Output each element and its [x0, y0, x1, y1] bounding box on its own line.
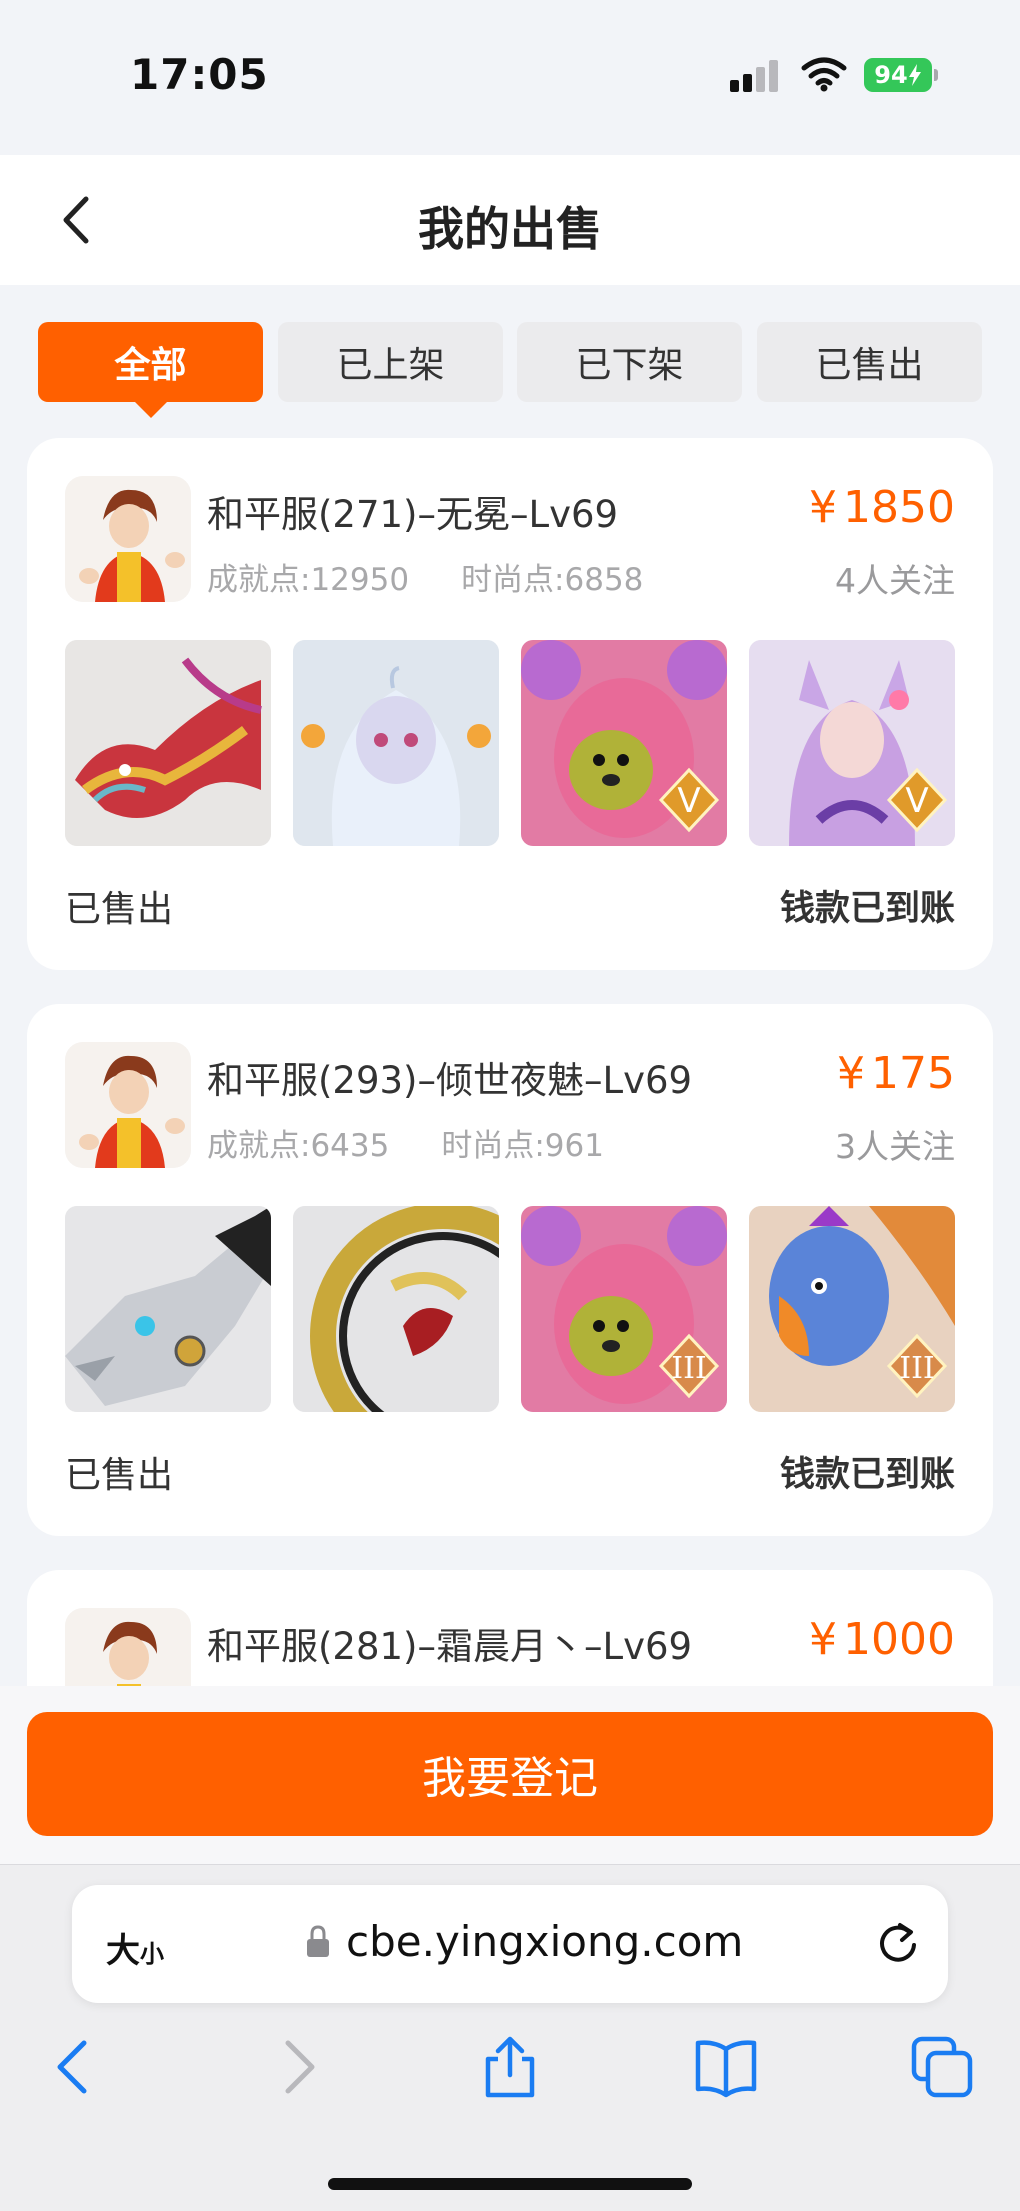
listing-list[interactable]: 和平服(271)–无冕–Lv69 成就点:12950 时尚点:6858 ¥1850… [0, 438, 1020, 1686]
listing-title: 和平服(293)–倾世夜魅–Lv69 [207, 1059, 693, 1102]
battery-level: 94 [874, 61, 908, 89]
wifi-icon [801, 57, 847, 92]
item-grade-badge: III [899, 1351, 935, 1386]
text-size-button[interactable]: 大小 [106, 1923, 164, 1972]
listing-title: 和平服(281)–霜晨月丶–Lv69 [207, 1625, 693, 1668]
character-avatar-icon [65, 476, 191, 602]
character-avatar-icon [65, 1042, 191, 1168]
status-bar: 17:05 94 [0, 0, 1020, 155]
status-time: 17:05 [130, 50, 269, 99]
listing-card[interactable]: 和平服(293)–倾世夜魅–Lv69 成就点:6435 时尚点:961 ¥175 … [27, 1004, 993, 1536]
mech-dragon-icon [65, 1206, 271, 1412]
page-title: 我的出售 [418, 202, 602, 256]
follower-count: 3人关注 [835, 1127, 955, 1166]
dragon-icon [65, 640, 271, 846]
tab-sold[interactable]: 已售出 [757, 322, 982, 402]
cellular-signal-icon [730, 58, 784, 92]
reload-icon[interactable] [874, 1919, 922, 1967]
item-grade-badge: III [671, 1351, 707, 1386]
payment-status: 钱款已到账 [779, 1455, 955, 1495]
eagle-icon: III [749, 1206, 955, 1412]
fox-fairy-icon: V [749, 640, 955, 846]
price-value: 1000 [843, 1614, 955, 1665]
lock-icon [307, 1925, 329, 1957]
listing-card[interactable]: 和平服(281)–霜晨月丶–Lv69 ¥1000 [27, 1570, 993, 1686]
fashion-points: 时尚点:6858 [461, 562, 644, 598]
item-thumbnail[interactable] [293, 1206, 499, 1412]
item-grade-badge: V [905, 781, 928, 821]
listing-card[interactable]: 和平服(271)–无冕–Lv69 成就点:12950 时尚点:6858 ¥1850… [27, 438, 993, 970]
tab-listed[interactable]: 已上架 [278, 322, 503, 402]
currency-symbol: ¥ [837, 1048, 866, 1099]
pink-bear-icon: V [521, 640, 727, 846]
item-thumbnail[interactable]: III [521, 1206, 727, 1412]
battery-tip [934, 69, 938, 81]
character-avatar [65, 1608, 191, 1686]
tab-all[interactable]: 全部 [38, 322, 263, 418]
price-value: 1850 [843, 482, 955, 533]
item-thumbnail[interactable] [65, 1206, 271, 1412]
currency-symbol: ¥ [809, 1614, 838, 1665]
nav-header: 我的出售 [0, 155, 1020, 285]
golden-ring-icon [293, 1206, 499, 1412]
sale-status: 已售出 [65, 1455, 174, 1496]
fashion-points: 时尚点:961 [441, 1128, 604, 1164]
listing-price: ¥175 [837, 1048, 955, 1099]
price-value: 175 [871, 1048, 955, 1099]
character-avatar-icon [65, 1608, 191, 1686]
home-indicator [328, 2178, 692, 2190]
item-thumbnails: V V [65, 640, 955, 846]
item-thumbnail[interactable]: V [749, 640, 955, 846]
listing-title: 和平服(271)–无冕–Lv69 [207, 493, 619, 536]
charging-bolt-icon [908, 64, 921, 86]
browser-back-icon[interactable] [44, 2035, 108, 2099]
pink-bear-icon: III [521, 1206, 727, 1412]
text-size-big: 大 [106, 1931, 140, 1971]
battery-indicator: 94 [864, 58, 932, 92]
register-button[interactable]: 我要登记 [27, 1712, 993, 1836]
bottom-action-bar: 我要登记 [0, 1686, 1020, 1864]
tab-delisted[interactable]: 已下架 [517, 322, 742, 402]
payment-status: 钱款已到账 [779, 889, 955, 929]
item-grade-badge: V [677, 781, 700, 821]
tabs-icon[interactable] [910, 2035, 974, 2099]
follower-count: 4人关注 [835, 561, 955, 600]
character-avatar [65, 476, 191, 602]
listing-stats: 成就点:6435 时尚点:961 [207, 1120, 604, 1165]
listing-stats: 成就点:12950 时尚点:6858 [207, 554, 643, 599]
address-bar[interactable]: 大小 cbe.yingxiong.com [72, 1885, 948, 2003]
spirit-girl-icon [293, 640, 499, 846]
currency-symbol: ¥ [809, 482, 838, 533]
browser-toolbar: 大小 cbe.yingxiong.com [0, 1864, 1020, 2211]
sale-status: 已售出 [65, 889, 174, 930]
filter-tabs: 全部 已上架 已下架 已售出 [38, 322, 982, 418]
achievement-points: 成就点:6435 [207, 1128, 390, 1164]
browser-forward-icon[interactable] [264, 2035, 328, 2099]
item-thumbnail[interactable] [293, 640, 499, 846]
item-thumbnail[interactable]: V [521, 640, 727, 846]
url-text: cbe.yingxiong.com [346, 1917, 744, 1966]
bookmarks-icon[interactable] [694, 2035, 758, 2099]
listing-price: ¥1000 [809, 1614, 955, 1665]
item-thumbnails: III III [65, 1206, 955, 1412]
share-icon[interactable] [478, 2035, 542, 2099]
text-size-small: 小 [140, 1940, 164, 1968]
item-thumbnail[interactable] [65, 640, 271, 846]
character-avatar [65, 1042, 191, 1168]
item-thumbnail[interactable]: III [749, 1206, 955, 1412]
listing-price: ¥1850 [809, 482, 955, 533]
achievement-points: 成就点:12950 [207, 562, 410, 598]
